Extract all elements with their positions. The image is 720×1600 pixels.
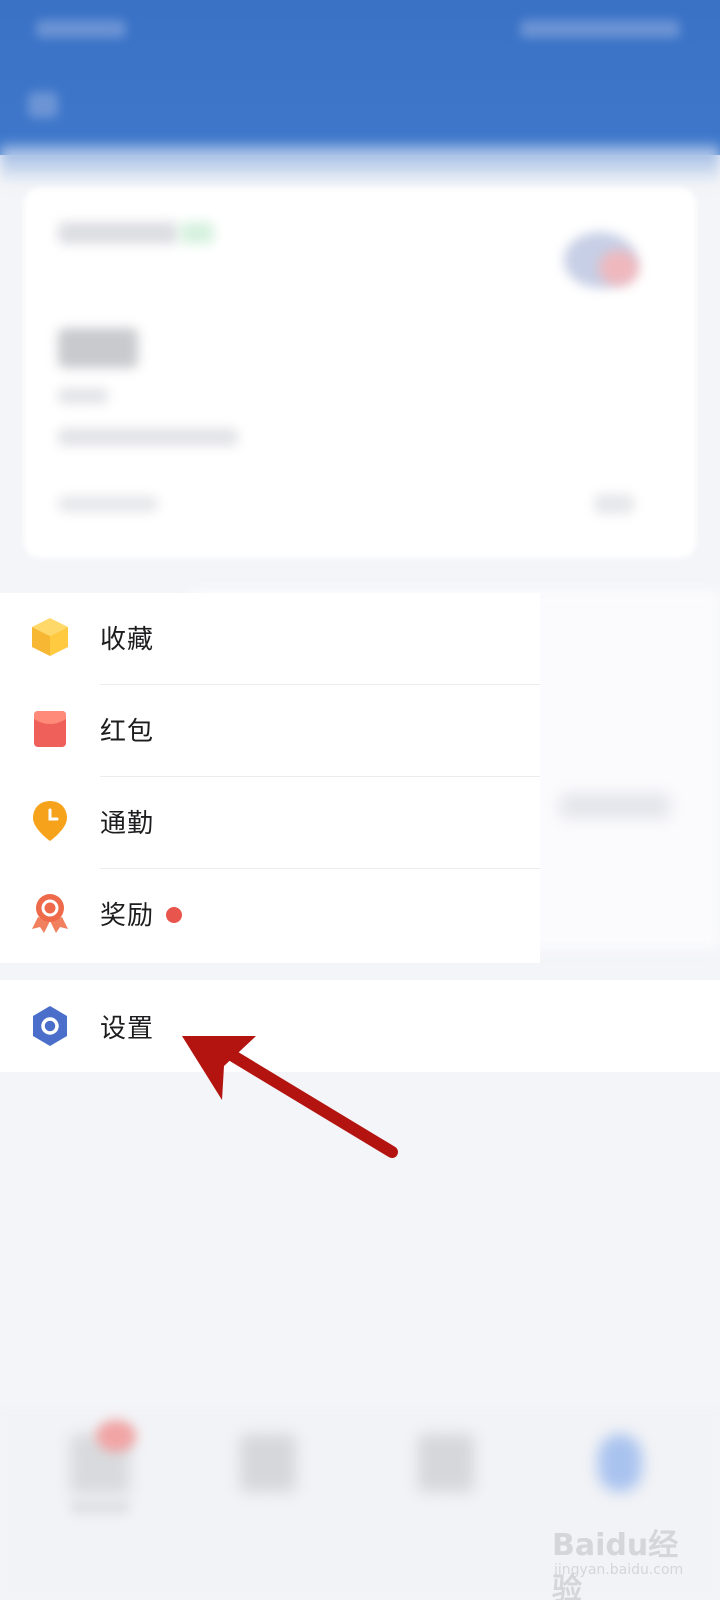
watermark-logo-text: Baidu经验 xyxy=(552,1528,679,1600)
watermark-url: jingyan.baidu.com xyxy=(554,1562,684,1578)
screen: 收藏 红包 通勤 奖励 设置 Baidu经验 jingyan.baidu.com xyxy=(0,0,720,1600)
nav-icon-4[interactable] xyxy=(598,1434,642,1492)
baidu-watermark: Baidu经验 jingyan.baidu.com xyxy=(552,1520,692,1600)
nav-badge xyxy=(96,1420,136,1452)
nav-icon-2[interactable] xyxy=(240,1434,296,1492)
nav-icon-3[interactable] xyxy=(418,1434,474,1492)
pointer-arrow-annotation xyxy=(182,1036,398,1158)
nav-label-1 xyxy=(70,1500,130,1514)
